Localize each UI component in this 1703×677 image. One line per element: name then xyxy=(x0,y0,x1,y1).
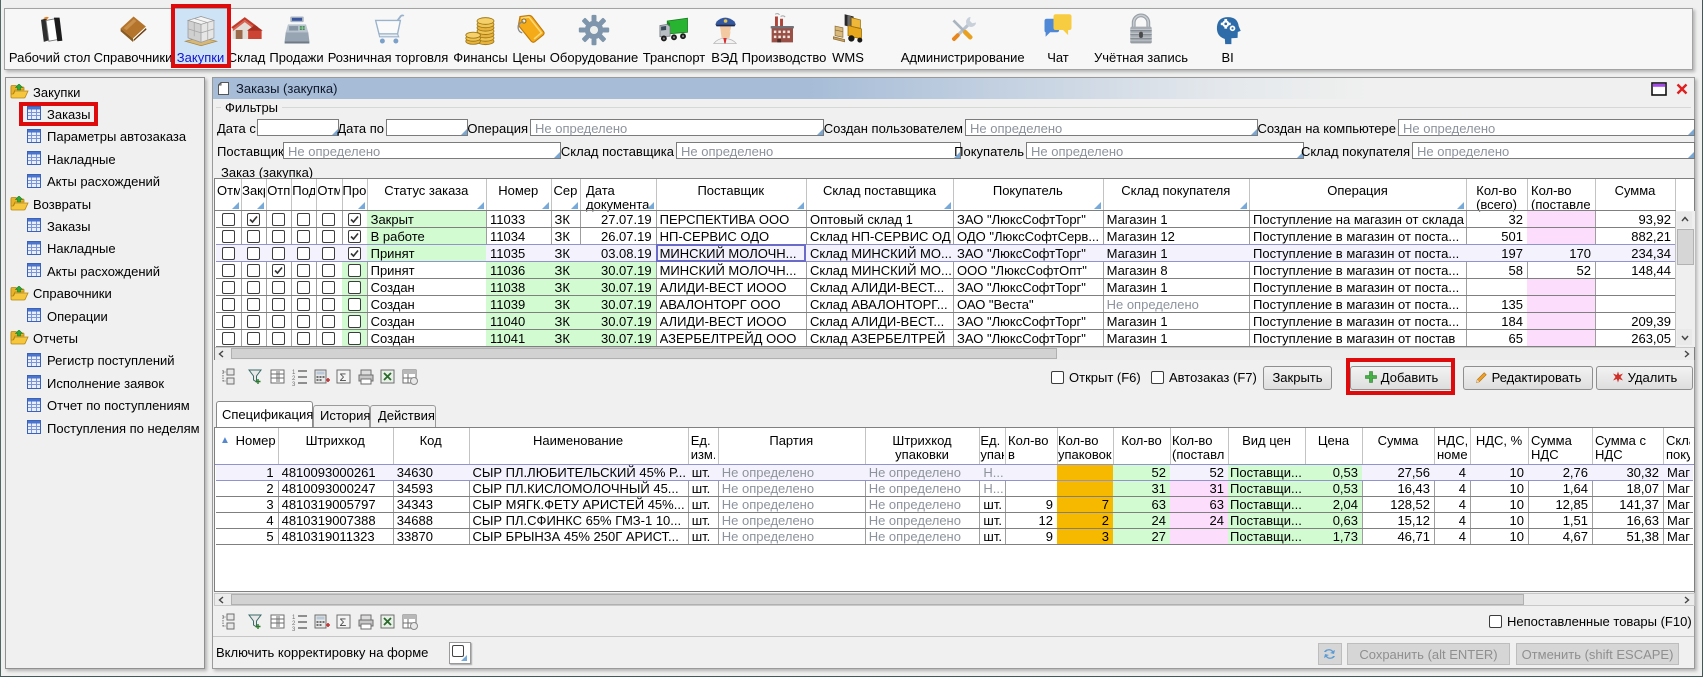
svg-text:3: 3 xyxy=(292,382,296,386)
svg-text:Σ: Σ xyxy=(340,372,347,384)
svg-text:Σ: Σ xyxy=(340,617,347,629)
svg-text:3: 3 xyxy=(292,627,296,631)
